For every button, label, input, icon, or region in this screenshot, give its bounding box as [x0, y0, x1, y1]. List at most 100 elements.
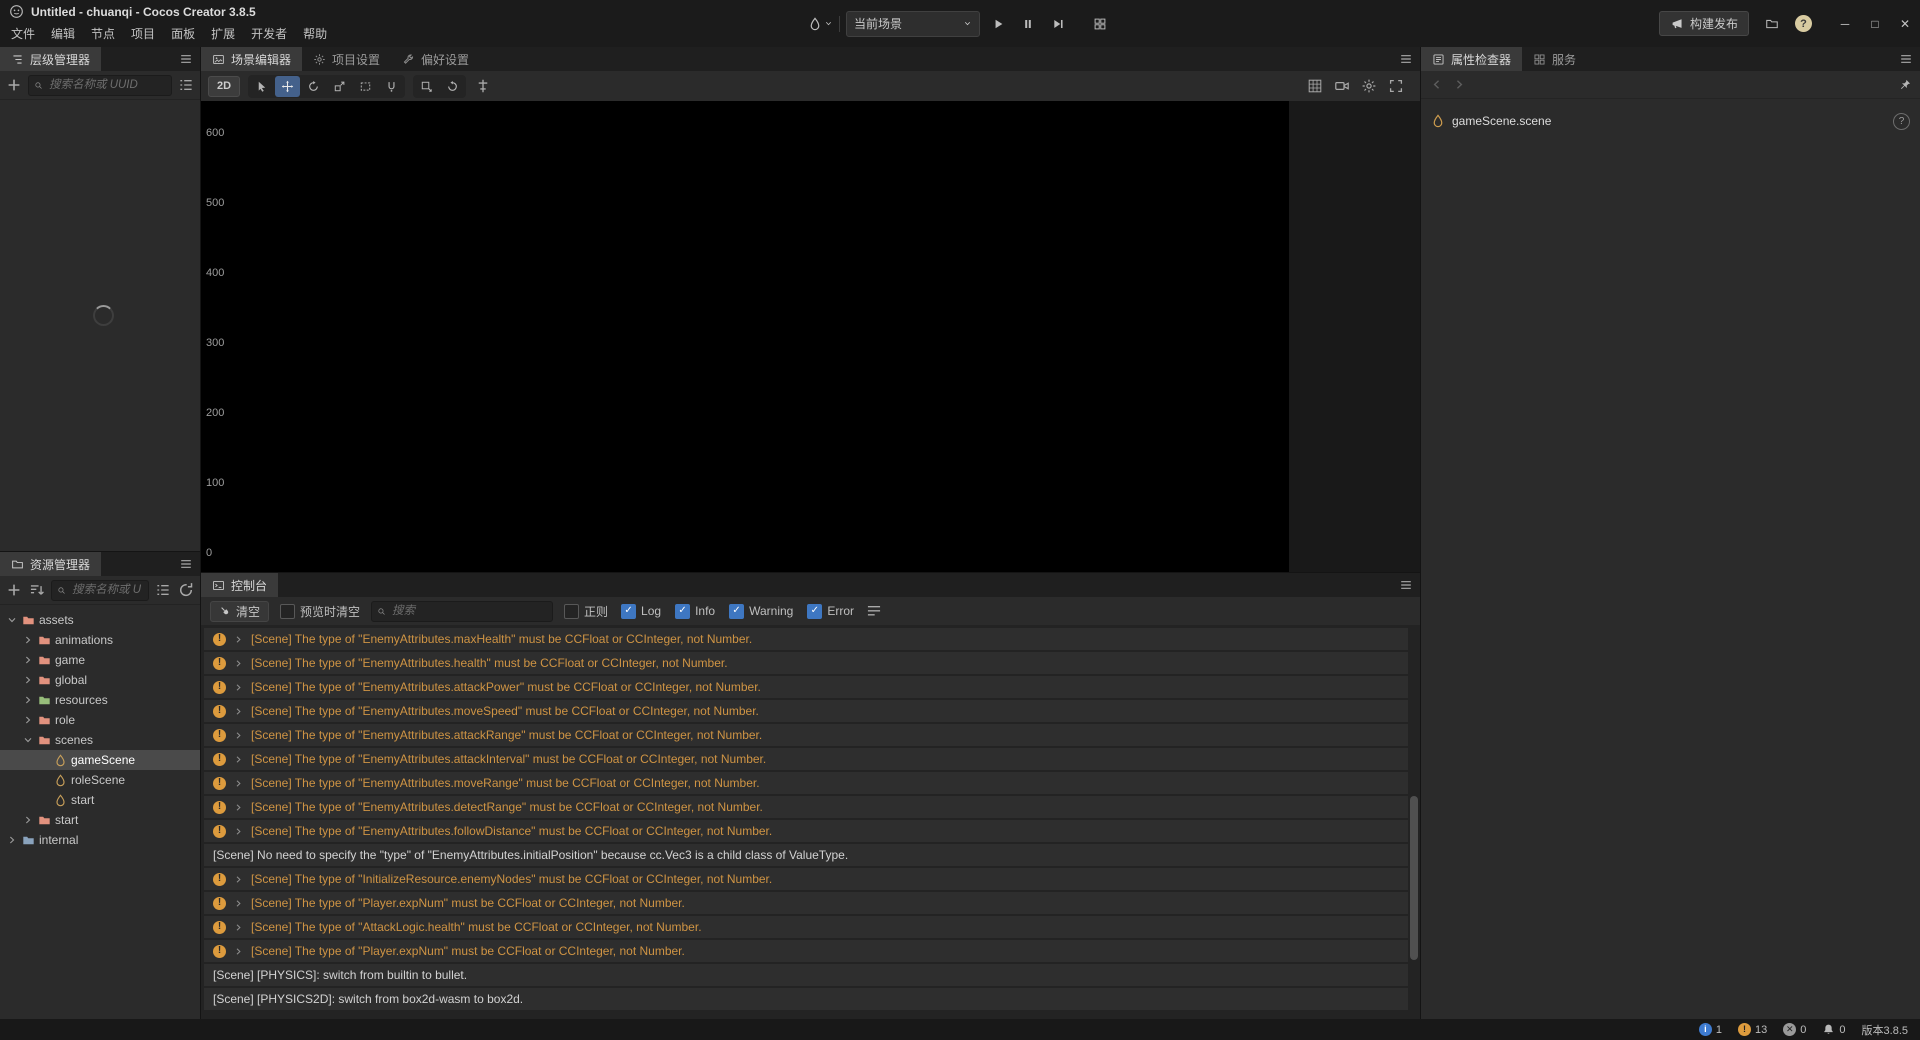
- chevron-right-icon[interactable]: [22, 714, 34, 726]
- log-row[interactable]: ! [Scene] The type of "EnemyAttributes.fo…: [204, 820, 1408, 842]
- checkbox[interactable]: [675, 603, 691, 619]
- minimize-button[interactable]: ─: [1830, 0, 1860, 47]
- checkbox[interactable]: [564, 603, 580, 619]
- expand-log-icon[interactable]: [233, 658, 244, 669]
- asset-item-resources[interactable]: resources: [0, 690, 200, 710]
- asset-item-gameScene[interactable]: gameScene: [0, 750, 200, 770]
- create-node-button[interactable]: [5, 76, 23, 94]
- console-scrollbar[interactable]: [1410, 796, 1418, 960]
- regex-checkbox[interactable]: 正则: [564, 603, 608, 620]
- expand-log-icon[interactable]: [233, 706, 244, 717]
- menu-node[interactable]: 节点: [83, 23, 123, 44]
- tab-console[interactable]: 控制台: [201, 573, 279, 597]
- tab-hierarchy-manager[interactable]: 层级管理器: [0, 47, 102, 71]
- log-row[interactable]: ! [Scene] The type of "Player.expNum" mus…: [204, 892, 1408, 914]
- asset-help-icon[interactable]: ?: [1893, 112, 1910, 130]
- status-errors[interactable]: ✕ 0: [1783, 1023, 1806, 1036]
- log-row[interactable]: ! [Scene] The type of "EnemyAttributes.de…: [204, 796, 1408, 818]
- tab-inspector[interactable]: 属性检查器: [1421, 47, 1523, 71]
- tab-services[interactable]: 服务: [1522, 47, 1587, 71]
- scene-settings-button[interactable]: [1361, 78, 1377, 94]
- expand-log-icon[interactable]: [233, 898, 244, 909]
- menu-panel[interactable]: 面板: [163, 23, 203, 44]
- checkbox[interactable]: [807, 603, 823, 619]
- move-tool-button[interactable]: [275, 75, 301, 97]
- expand-log-icon[interactable]: [233, 682, 244, 693]
- chevron-right-icon[interactable]: [22, 694, 34, 706]
- expand-log-icon[interactable]: [233, 922, 244, 933]
- tab-assets-manager[interactable]: 资源管理器: [0, 552, 102, 576]
- grid-visibility-button[interactable]: [1307, 78, 1323, 94]
- log-row[interactable]: ! [Scene] The type of "Player.expNum" mus…: [204, 940, 1408, 962]
- asset-item-scenes[interactable]: scenes: [0, 730, 200, 750]
- log-row[interactable]: ! [Scene] The type of "EnemyAttributes.at…: [204, 748, 1408, 770]
- asset-item-assets[interactable]: assets: [0, 610, 200, 630]
- asset-item-roleScene[interactable]: roleScene: [0, 770, 200, 790]
- assets-search-input[interactable]: [70, 583, 143, 597]
- hierarchy-search[interactable]: [28, 74, 172, 96]
- inspected-asset-row[interactable]: gameScene.scene ?: [1421, 108, 1920, 134]
- console-search[interactable]: [371, 600, 554, 622]
- rect-tool-button[interactable]: [353, 76, 378, 97]
- checkbox[interactable]: [729, 603, 745, 619]
- filter-info-checkbox[interactable]: Info: [675, 603, 715, 619]
- pause-button[interactable]: [1016, 12, 1040, 36]
- create-asset-button[interactable]: [5, 581, 23, 599]
- tab-preferences[interactable]: 偏好设置: [391, 47, 480, 71]
- chevron-right-icon[interactable]: [22, 654, 34, 666]
- log-row[interactable]: ! [Scene] The type of "EnemyAttributes.mo…: [204, 772, 1408, 794]
- coordinate-mode-button[interactable]: [440, 76, 465, 97]
- preview-platform-dropdown[interactable]: [808, 12, 833, 36]
- select-tool-button[interactable]: [249, 76, 274, 97]
- history-forward-button[interactable]: [1452, 77, 1467, 92]
- asset-item-game[interactable]: game: [0, 650, 200, 670]
- expand-log-icon[interactable]: [233, 754, 244, 765]
- asset-item-global[interactable]: global: [0, 670, 200, 690]
- help-button[interactable]: ?: [1795, 15, 1812, 32]
- expand-log-icon[interactable]: [233, 730, 244, 741]
- panel-menu-icon[interactable]: [1392, 47, 1420, 71]
- panel-menu-icon[interactable]: [1892, 47, 1920, 71]
- status-info[interactable]: i 1: [1698, 1023, 1722, 1036]
- clear-console-button[interactable]: 清空: [210, 600, 270, 622]
- log-row[interactable]: [Scene] [PHYSICS]: switch from builtin t…: [204, 964, 1408, 986]
- refresh-assets-button[interactable]: [177, 581, 195, 599]
- log-row[interactable]: ! [Scene] The type of "EnemyAttributes.he…: [204, 652, 1408, 674]
- expand-log-icon[interactable]: [233, 946, 244, 957]
- pin-inspector-button[interactable]: [1898, 78, 1912, 92]
- asset-item-animations[interactable]: animations: [0, 630, 200, 650]
- log-row[interactable]: [Scene] No need to specify the "type" of…: [204, 844, 1408, 866]
- rotate-tool-button[interactable]: [301, 76, 326, 97]
- menu-file[interactable]: 文件: [3, 23, 43, 44]
- log-row[interactable]: ! [Scene] The type of "EnemyAttributes.ma…: [204, 628, 1408, 650]
- step-button[interactable]: [1046, 12, 1070, 36]
- merge-logs-button[interactable]: [865, 602, 883, 620]
- collapse-all-button[interactable]: [154, 581, 172, 599]
- asset-item-role[interactable]: role: [0, 710, 200, 730]
- filter-warning-checkbox[interactable]: Warning: [729, 603, 793, 619]
- preview-layout-button[interactable]: [1088, 12, 1112, 36]
- fullscreen-button[interactable]: [1388, 78, 1404, 94]
- scene-camera-button[interactable]: [1334, 78, 1350, 94]
- preview-scene-select[interactable]: 当前场景: [846, 10, 980, 37]
- menu-project[interactable]: 项目: [123, 23, 163, 44]
- play-button[interactable]: [986, 12, 1010, 36]
- scale-tool-button[interactable]: [327, 76, 352, 97]
- 2d-toggle-button[interactable]: 2D: [208, 75, 241, 97]
- tab-project-settings[interactable]: 项目设置: [302, 47, 391, 71]
- console-search-input[interactable]: [390, 604, 548, 618]
- chevron-right-icon[interactable]: [22, 814, 34, 826]
- panel-menu-icon[interactable]: [1392, 573, 1420, 597]
- snap-settings-button[interactable]: [474, 77, 492, 95]
- build-publish-button[interactable]: 构建发布: [1658, 11, 1749, 36]
- log-row[interactable]: ! [Scene] The type of "InitializeResource…: [204, 868, 1408, 890]
- log-row[interactable]: [Scene] [PHYSICS2D]: switch from box2d-w…: [204, 988, 1408, 1010]
- chevron-right-icon[interactable]: [22, 634, 34, 646]
- log-row[interactable]: ! [Scene] The type of "EnemyAttributes.at…: [204, 724, 1408, 746]
- history-back-button[interactable]: [1429, 77, 1444, 92]
- pivot-mode-button[interactable]: [414, 76, 439, 97]
- log-row[interactable]: ! [Scene] The type of "EnemyAttributes.mo…: [204, 700, 1408, 722]
- sort-assets-button[interactable]: [28, 581, 46, 599]
- clear-on-preview-checkbox[interactable]: 预览时清空: [280, 603, 360, 620]
- scene-canvas[interactable]: 600 500 400 300 200 100 0: [201, 101, 1420, 572]
